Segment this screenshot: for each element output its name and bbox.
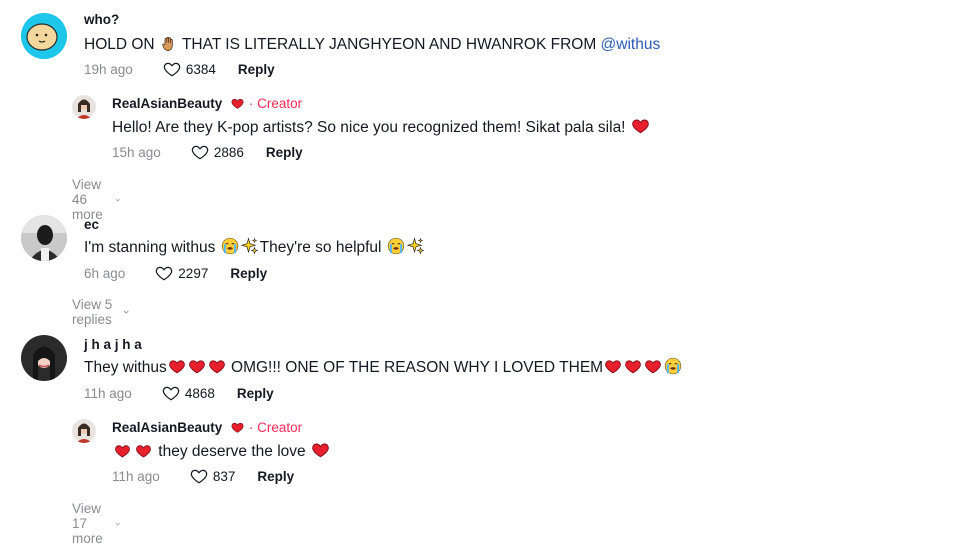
view-more-replies[interactable]: View 5 replies <box>72 297 130 327</box>
comment-meta: 11h ago 4868 Reply <box>84 384 274 402</box>
like-button[interactable]: 6384 <box>163 60 216 78</box>
view-more-replies[interactable]: View 46 more <box>72 177 121 222</box>
comment-text-part: HOLD ON <box>84 36 155 53</box>
comment-meta: 6h ago 2297 Reply <box>84 264 267 282</box>
crying-face-emoji-icon <box>664 357 682 375</box>
creator-username[interactable]: RealAsianBeauty <box>112 420 222 435</box>
reply-button[interactable]: Reply <box>238 62 275 77</box>
reply-button[interactable]: Reply <box>266 145 303 160</box>
comment-text-part: I'm stanning withus <box>84 239 216 256</box>
like-count: 2886 <box>213 144 244 160</box>
chevron-down-icon <box>115 518 120 530</box>
avatar[interactable] <box>21 335 67 381</box>
raised-hand-emoji-icon <box>160 35 177 52</box>
avatar[interactable] <box>72 95 96 119</box>
like-count: 6384 <box>185 61 216 77</box>
comment-text-part: They withus <box>84 359 167 376</box>
username[interactable]: ec <box>84 217 99 232</box>
heart-outline-icon <box>190 467 208 485</box>
creator-avatar-icon <box>72 95 96 119</box>
reply-meta: 15h ago 2886 Reply <box>112 143 303 161</box>
timestamp: 15h ago <box>112 144 161 160</box>
like-count: 837 <box>212 468 236 484</box>
reply-text-part: they deserve the love <box>154 443 310 460</box>
creator-username[interactable]: RealAsianBeauty <box>112 96 222 111</box>
red-heart-emoji-icon <box>624 358 642 375</box>
timestamp: 11h ago <box>84 385 132 401</box>
sparkles-emoji-icon <box>241 237 259 255</box>
reply-button[interactable]: Reply <box>237 386 274 401</box>
like-count: 4868 <box>184 385 215 401</box>
view-more-label: View 46 more <box>72 177 103 222</box>
like-count: 2297 <box>178 265 209 281</box>
heart-outline-icon <box>191 143 209 161</box>
comment-meta: 19h ago 6384 Reply <box>84 60 275 78</box>
chevron-down-icon <box>123 306 129 318</box>
reply-text-part: Hello! Are they K-pop artists? So nice y… <box>112 119 626 136</box>
cartoon-face-avatar-icon <box>21 13 67 59</box>
like-button[interactable]: 4868 <box>162 384 215 402</box>
timestamp: 11h ago <box>112 468 160 484</box>
red-heart-emoji-icon <box>604 358 622 375</box>
crying-face-emoji-icon <box>221 237 239 255</box>
view-more-label: View 17 more <box>72 501 103 546</box>
heart-badge-icon <box>230 97 245 110</box>
heart-outline-icon <box>163 60 181 78</box>
comment-text: HOLD ON THAT IS LITERALLY JANGHYEON AND … <box>84 35 660 54</box>
red-heart-emoji-icon <box>644 358 662 375</box>
creator-avatar-icon <box>72 419 96 443</box>
comment-text: They withus OMG!!! ONE OF THE REASON WHY… <box>84 357 683 377</box>
view-more-label: View 5 replies <box>72 297 113 327</box>
avatar[interactable] <box>21 215 67 261</box>
red-heart-emoji-icon <box>208 358 226 375</box>
view-more-replies[interactable]: View 17 more <box>72 501 121 546</box>
comment-text-part: They're so helpful <box>259 239 382 256</box>
red-heart-emoji-icon <box>188 358 206 375</box>
heart-badge-icon <box>230 421 245 434</box>
heart-outline-icon <box>162 384 180 402</box>
mention-link[interactable]: @withus <box>601 36 661 53</box>
reply-meta: 11h ago 837 Reply <box>112 467 294 485</box>
user-photo-avatar-icon <box>21 335 67 381</box>
user-photo-avatar-icon <box>21 215 67 261</box>
sparkles-emoji-icon <box>407 237 425 255</box>
red-heart-emoji-icon <box>168 358 186 375</box>
avatar[interactable] <box>72 419 96 443</box>
username: RealAsianBeauty · Creator <box>112 96 302 111</box>
like-button[interactable]: 2297 <box>155 264 208 282</box>
heart-outline-icon <box>155 264 173 282</box>
username[interactable]: who? <box>84 12 119 27</box>
comment-text-part: OMG!!! ONE OF THE REASON WHY I LOVED THE… <box>226 359 604 376</box>
timestamp: 19h ago <box>84 61 133 77</box>
creator-label: · Creator <box>248 420 303 435</box>
timestamp: 6h ago <box>84 265 126 281</box>
red-heart-emoji-icon <box>631 117 650 135</box>
like-button[interactable]: 2886 <box>191 143 244 161</box>
crying-face-emoji-icon <box>387 237 405 255</box>
red-heart-emoji-icon <box>311 441 330 459</box>
reply-text: Hello! Are they K-pop artists? So nice y… <box>112 117 651 137</box>
username: RealAsianBeauty · Creator <box>112 420 302 435</box>
chevron-down-icon <box>115 194 120 206</box>
red-heart-emoji-icon <box>113 443 132 459</box>
reply-button[interactable]: Reply <box>230 266 267 281</box>
reply-text: they deserve the love <box>112 441 331 461</box>
username[interactable]: j h a j h a <box>84 337 142 352</box>
reply-button[interactable]: Reply <box>257 469 294 484</box>
red-heart-emoji-icon <box>134 443 153 459</box>
creator-label: · Creator <box>248 96 303 111</box>
comment-text: I'm stanning withus They're so helpful <box>84 237 426 257</box>
avatar[interactable] <box>21 13 67 59</box>
comment-text-part: THAT IS LITERALLY JANGHYEON AND HWANROK … <box>177 36 601 53</box>
like-button[interactable]: 837 <box>190 467 236 485</box>
